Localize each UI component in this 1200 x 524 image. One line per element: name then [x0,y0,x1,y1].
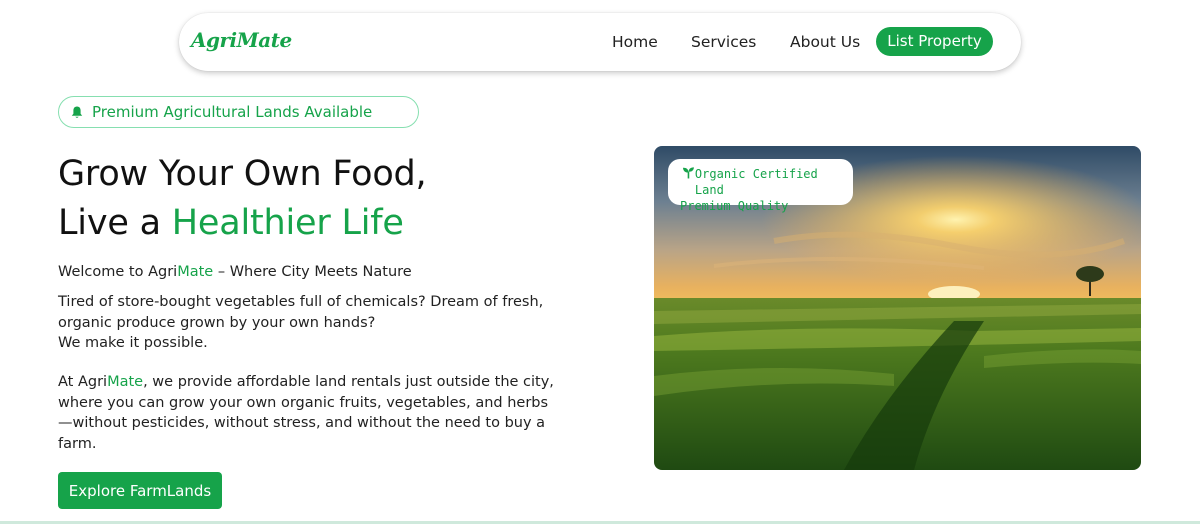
hero-title-highlight: Healthier Life [171,203,404,243]
description-paragraph: At AgriMate, we provide affordable land … [58,372,558,454]
premium-quality-label: Premium Quality [680,199,789,213]
premium-badge: Premium Agricultural Lands Available [58,96,419,128]
navbar: AgriMate Home Services About Us List Pro… [179,13,1021,71]
organic-certified-label: Organic Certified Land [694,167,818,197]
nav-link-about-us[interactable]: About Us [790,33,860,51]
welcome-brand-highlight: Mate [177,264,214,280]
welcome-suffix: – Where City Meets Nature [213,264,412,280]
welcome-text: Welcome to AgriMate – Where City Meets N… [58,264,412,280]
logo[interactable]: AgriMate [191,28,292,52]
intro-paragraph-tagline: We make it possible. [58,335,208,351]
hero-title-line1: Grow Your Own Food, [58,154,427,194]
sprout-icon [682,167,694,179]
list-property-button[interactable]: List Property [876,27,993,56]
badge-text: Premium Agricultural Lands Available [92,103,373,121]
nav-link-home[interactable]: Home [612,33,658,51]
intro-paragraph-main: Tired of store-bought vegetables full of… [58,294,544,331]
organic-certified-row: Organic Certified Land [682,166,853,198]
organic-certified-card: Organic Certified Land Premium Quality [668,159,853,213]
explore-farmlands-button[interactable]: Explore FarmLands [58,472,222,509]
hero-title-line2-prefix: Live a [58,203,172,243]
hero-title: Grow Your Own Food, Live a Healthier Lif… [58,150,427,248]
intro-paragraph: Tired of store-bought vegetables full of… [58,292,548,354]
description-prefix: At Agri [58,374,108,390]
nav-link-services[interactable]: Services [691,33,756,51]
welcome-prefix: Welcome to Agri [58,264,178,280]
description-brand-highlight: Mate [107,374,144,390]
bell-icon [71,106,83,118]
